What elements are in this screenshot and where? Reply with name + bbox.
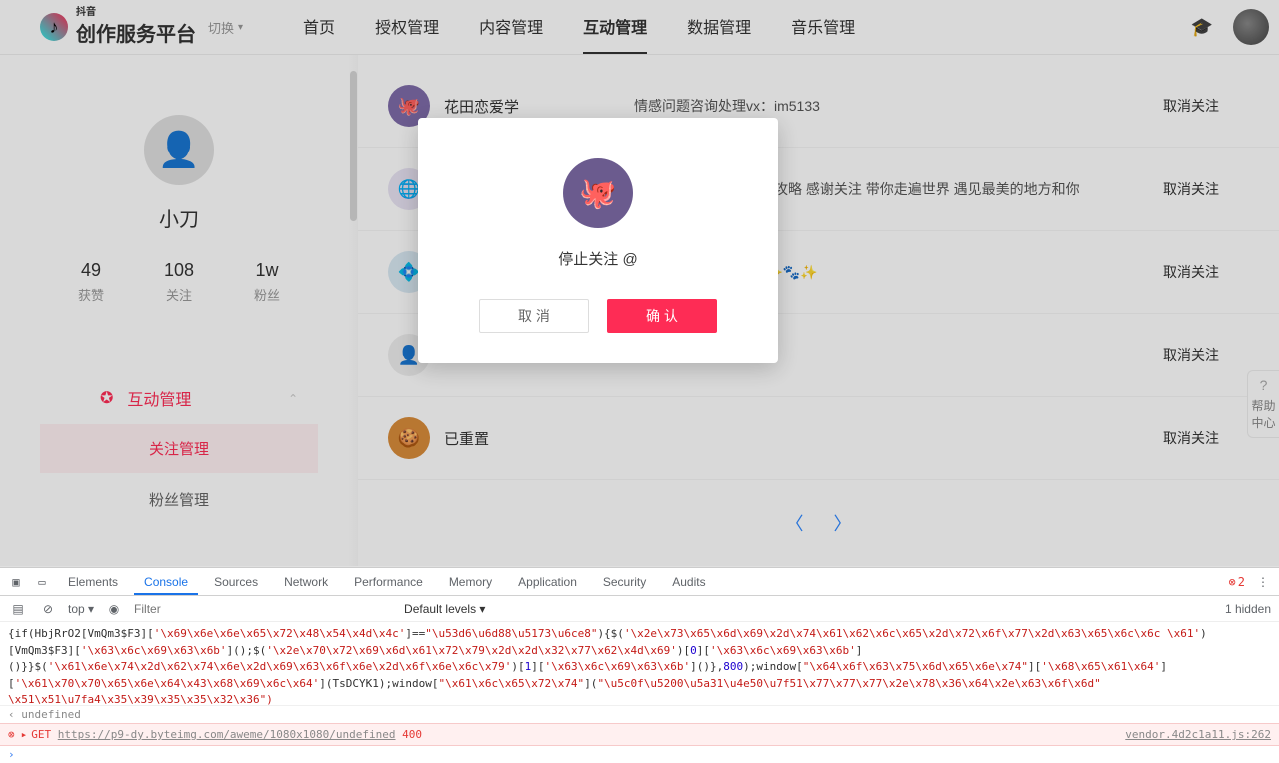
- error-icon: ⊗: [8, 728, 15, 741]
- modal-text: 停止关注 @: [448, 248, 748, 269]
- logo-title: 创作服务平台: [76, 24, 196, 46]
- confirm-button[interactable]: 确 认: [607, 299, 717, 333]
- unfollow-button[interactable]: 取消关注: [1163, 428, 1219, 448]
- tab-memory[interactable]: Memory: [439, 568, 502, 595]
- device-toggle-icon[interactable]: ▭: [32, 575, 52, 589]
- graduation-icon[interactable]: 🎓: [1191, 17, 1213, 38]
- stat-followers: 1w 粉丝: [254, 260, 280, 304]
- nav-auth[interactable]: 授权管理: [375, 0, 439, 54]
- nav-home[interactable]: 首页: [303, 0, 335, 54]
- unfollow-button[interactable]: 取消关注: [1163, 345, 1219, 365]
- error-badge[interactable]: ⊗ 2: [1229, 575, 1245, 589]
- caret-down-icon: ▾: [238, 22, 243, 33]
- filter-input[interactable]: [134, 602, 394, 616]
- context-select[interactable]: top ▾: [68, 602, 94, 616]
- pager: 〈 〉: [358, 480, 1279, 566]
- help-icon: ?: [1250, 377, 1277, 393]
- row-desc: 情感问题咨询处理vx：im5133: [634, 95, 1163, 117]
- live-expr-icon[interactable]: ◉: [104, 602, 124, 616]
- tab-application[interactable]: Application: [508, 568, 587, 595]
- error-url[interactable]: https://p9-dy.byteimg.com/aweme/1080x108…: [58, 728, 396, 741]
- tab-sources[interactable]: Sources: [204, 568, 268, 595]
- prev-page[interactable]: 〈: [786, 510, 804, 536]
- tab-security[interactable]: Security: [593, 568, 656, 595]
- console-output: {if(HbjRrO2[VmQm3$F3]['\x69\x6e\x6e\x65\…: [0, 622, 1279, 705]
- list-item: 🍪 已重置 取消关注: [358, 397, 1279, 480]
- interact-icon: ✪: [100, 388, 113, 408]
- profile-card: 👤 小刀 49 获赞 108 关注 1w 粉丝: [0, 75, 358, 334]
- help-center-badge[interactable]: ? 帮助中心: [1247, 370, 1279, 438]
- sidebar-section-interact[interactable]: ✪ 互动管理 ⌄: [0, 374, 358, 422]
- stat-likes: 49 获赞: [78, 260, 104, 304]
- nav-content[interactable]: 内容管理: [479, 0, 543, 54]
- left-sidebar: 👤 小刀 49 获赞 108 关注 1w 粉丝: [0, 55, 358, 566]
- row-avatar: 🍪: [388, 417, 430, 459]
- profile-name: 小刀: [0, 203, 358, 232]
- devtools-panel: ▣ ▭ Elements Console Sources Network Per…: [0, 567, 1279, 763]
- sidebar-section-label: 互动管理: [127, 386, 191, 410]
- clear-console-icon[interactable]: ⊘: [38, 602, 58, 616]
- devtools-menu-icon[interactable]: ⋮: [1253, 575, 1273, 589]
- tab-elements[interactable]: Elements: [58, 568, 128, 595]
- devtools-tabs: ▣ ▭ Elements Console Sources Network Per…: [0, 568, 1279, 596]
- console-return: ‹ undefined: [0, 705, 1279, 723]
- modal-avatar: 🐙: [563, 158, 633, 228]
- hidden-count: 1 hidden: [1225, 602, 1271, 616]
- row-name: 花田恋爱学: [444, 96, 634, 117]
- error-source[interactable]: vendor.4d2c1a11.js:262: [1125, 728, 1271, 741]
- tab-console[interactable]: Console: [134, 568, 198, 595]
- logo[interactable]: ♪ 抖音 创作服务平台: [40, 8, 196, 47]
- user-avatar[interactable]: [1233, 9, 1269, 45]
- console-error-row: ⊗ ▸ GET https://p9-dy.byteimg.com/aweme/…: [0, 723, 1279, 746]
- logo-subtitle: 抖音: [76, 8, 196, 18]
- nav-music[interactable]: 音乐管理: [791, 0, 855, 54]
- unfollow-button[interactable]: 取消关注: [1163, 262, 1219, 282]
- levels-select[interactable]: Default levels ▾: [404, 602, 485, 616]
- row-name: 已重置: [444, 428, 634, 449]
- unfollow-button[interactable]: 取消关注: [1163, 96, 1219, 116]
- help-label: 帮助中心: [1250, 397, 1277, 431]
- cancel-button[interactable]: 取 消: [479, 299, 589, 333]
- switch-account[interactable]: 切换 ▾: [208, 18, 243, 37]
- tab-network[interactable]: Network: [274, 568, 338, 595]
- unfollow-button[interactable]: 取消关注: [1163, 179, 1219, 199]
- nav-data[interactable]: 数据管理: [687, 0, 751, 54]
- error-icon: ⊗: [1229, 575, 1236, 589]
- unfollow-confirm-modal: 🐙 停止关注 @ 取 消 确 认: [418, 118, 778, 363]
- sidebar-item-followers[interactable]: 粉丝管理: [40, 475, 318, 524]
- nav-interact[interactable]: 互动管理: [583, 0, 647, 54]
- stat-following: 108 关注: [164, 260, 194, 304]
- console-filter-bar: ▤ ⊘ top ▾ ◉ Default levels ▾ 1 hidden: [0, 596, 1279, 622]
- douyin-icon: ♪: [40, 13, 68, 41]
- app-header: ♪ 抖音 创作服务平台 切换 ▾ 首页 授权管理 内容管理 互动管理 数据管理 …: [0, 0, 1279, 55]
- sidebar-toggle-icon[interactable]: ▤: [8, 602, 28, 616]
- inspect-icon[interactable]: ▣: [6, 575, 26, 589]
- chevron-up-icon: ⌄: [288, 391, 298, 405]
- sidebar-scrollbar[interactable]: [348, 55, 358, 566]
- top-nav: 首页 授权管理 内容管理 互动管理 数据管理 音乐管理: [303, 0, 855, 54]
- tab-audits[interactable]: Audits: [662, 568, 715, 595]
- profile-avatar: 👤: [144, 115, 214, 185]
- tab-performance[interactable]: Performance: [344, 568, 433, 595]
- sidebar-item-following[interactable]: 关注管理: [40, 424, 318, 473]
- console-prompt[interactable]: ›: [0, 746, 1279, 763]
- next-page[interactable]: 〉: [834, 510, 852, 536]
